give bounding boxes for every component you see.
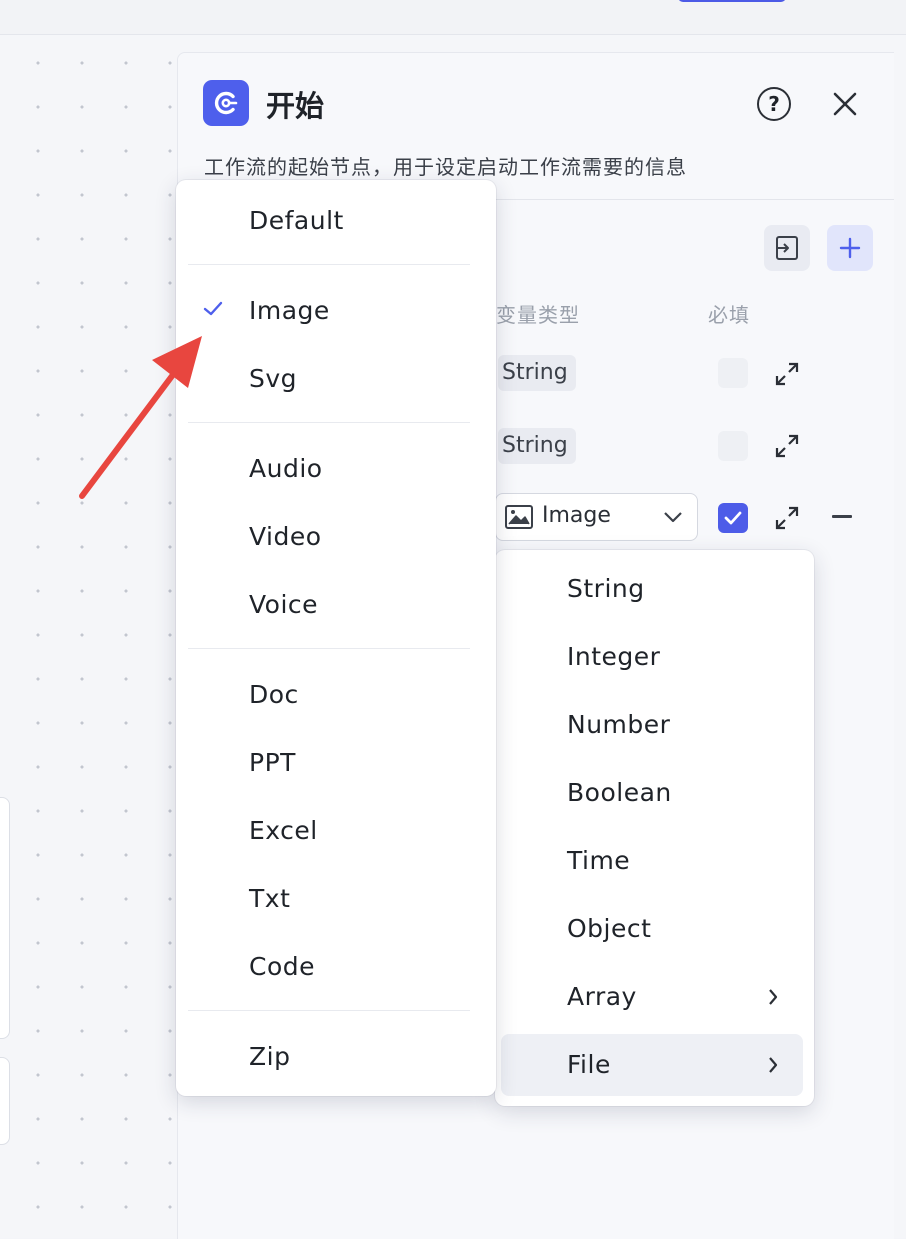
file-type-menu: Default Image Svg Audio Video Voice Doc … — [176, 180, 496, 1096]
chevron-right-icon — [769, 1057, 778, 1073]
variable-type-select[interactable]: Image — [495, 493, 698, 541]
column-header-required: 必填 — [708, 303, 750, 327]
variable-type-menu: String Integer Number Boolean Time Objec… — [495, 550, 814, 1106]
menu-item-label: Zip — [249, 1042, 291, 1071]
menu-item-label: File — [567, 1050, 611, 1079]
top-toolbar — [0, 0, 906, 35]
menu-item-label: Object — [567, 914, 652, 943]
import-icon — [776, 236, 798, 260]
variable-type-tag: String — [498, 428, 576, 464]
menu-item-label: Integer — [567, 642, 661, 671]
menu-item-label: PPT — [249, 748, 296, 777]
file-menu-item-image[interactable]: Image — [176, 296, 496, 330]
menu-item-label: Array — [567, 982, 637, 1011]
menu-divider — [188, 422, 470, 423]
menu-item-label: Boolean — [567, 778, 672, 807]
expand-icon[interactable] — [774, 505, 800, 531]
check-icon — [203, 301, 223, 316]
toolbar-primary-button[interactable] — [678, 0, 786, 2]
menu-item-label: Doc — [249, 680, 299, 709]
start-node-icon — [203, 80, 249, 126]
type-menu-item-array[interactable]: Array — [495, 982, 814, 1018]
required-checkbox[interactable] — [718, 358, 748, 388]
panel-description: 工作流的起始节点，用于设定启动工作流需要的信息 — [204, 155, 687, 179]
variable-type-select-value: Image — [542, 503, 611, 528]
remove-variable-button[interactable] — [832, 515, 852, 518]
close-icon[interactable] — [830, 89, 860, 119]
menu-item-label: Default — [249, 206, 344, 235]
variable-type-tag: String — [498, 355, 576, 391]
menu-item-label: Code — [249, 952, 316, 981]
required-checkbox[interactable] — [718, 431, 748, 461]
required-checkbox-checked[interactable] — [718, 503, 748, 533]
chevron-down-icon — [664, 512, 682, 523]
add-variable-button[interactable] — [827, 225, 873, 271]
annotation-arrow-icon — [79, 336, 202, 499]
menu-divider — [188, 648, 470, 649]
menu-item-label: Svg — [249, 364, 298, 393]
type-menu-item-file[interactable]: File — [495, 1050, 814, 1086]
question-circle-icon[interactable]: ? — [757, 87, 791, 121]
menu-item-label: Txt — [249, 884, 291, 913]
expand-icon[interactable] — [774, 433, 800, 459]
panel-title: 开始 — [266, 89, 325, 123]
menu-divider — [188, 1010, 470, 1011]
menu-item-label: Number — [567, 710, 671, 739]
chevron-right-icon — [769, 989, 778, 1005]
menu-item-label: Voice — [249, 590, 319, 619]
menu-item-label: Image — [249, 296, 330, 325]
menu-item-label: Time — [567, 846, 631, 875]
menu-item-label: Excel — [249, 816, 318, 845]
image-icon — [505, 505, 533, 529]
menu-item-label: String — [567, 574, 645, 603]
menu-item-label: Video — [249, 522, 322, 551]
menu-item-label: Audio — [249, 454, 323, 483]
menu-divider — [188, 264, 470, 265]
check-icon — [724, 511, 742, 525]
expand-icon[interactable] — [774, 361, 800, 387]
canvas-node-partial[interactable] — [0, 797, 10, 1039]
column-header-type: 变量类型 — [496, 303, 580, 327]
panel-header: 开始 工作流的起始节点，用于设定启动工作流需要的信息 ? — [178, 53, 894, 200]
canvas-node-partial[interactable] — [0, 1057, 10, 1145]
plus-icon — [839, 237, 861, 259]
import-button[interactable] — [764, 225, 810, 271]
